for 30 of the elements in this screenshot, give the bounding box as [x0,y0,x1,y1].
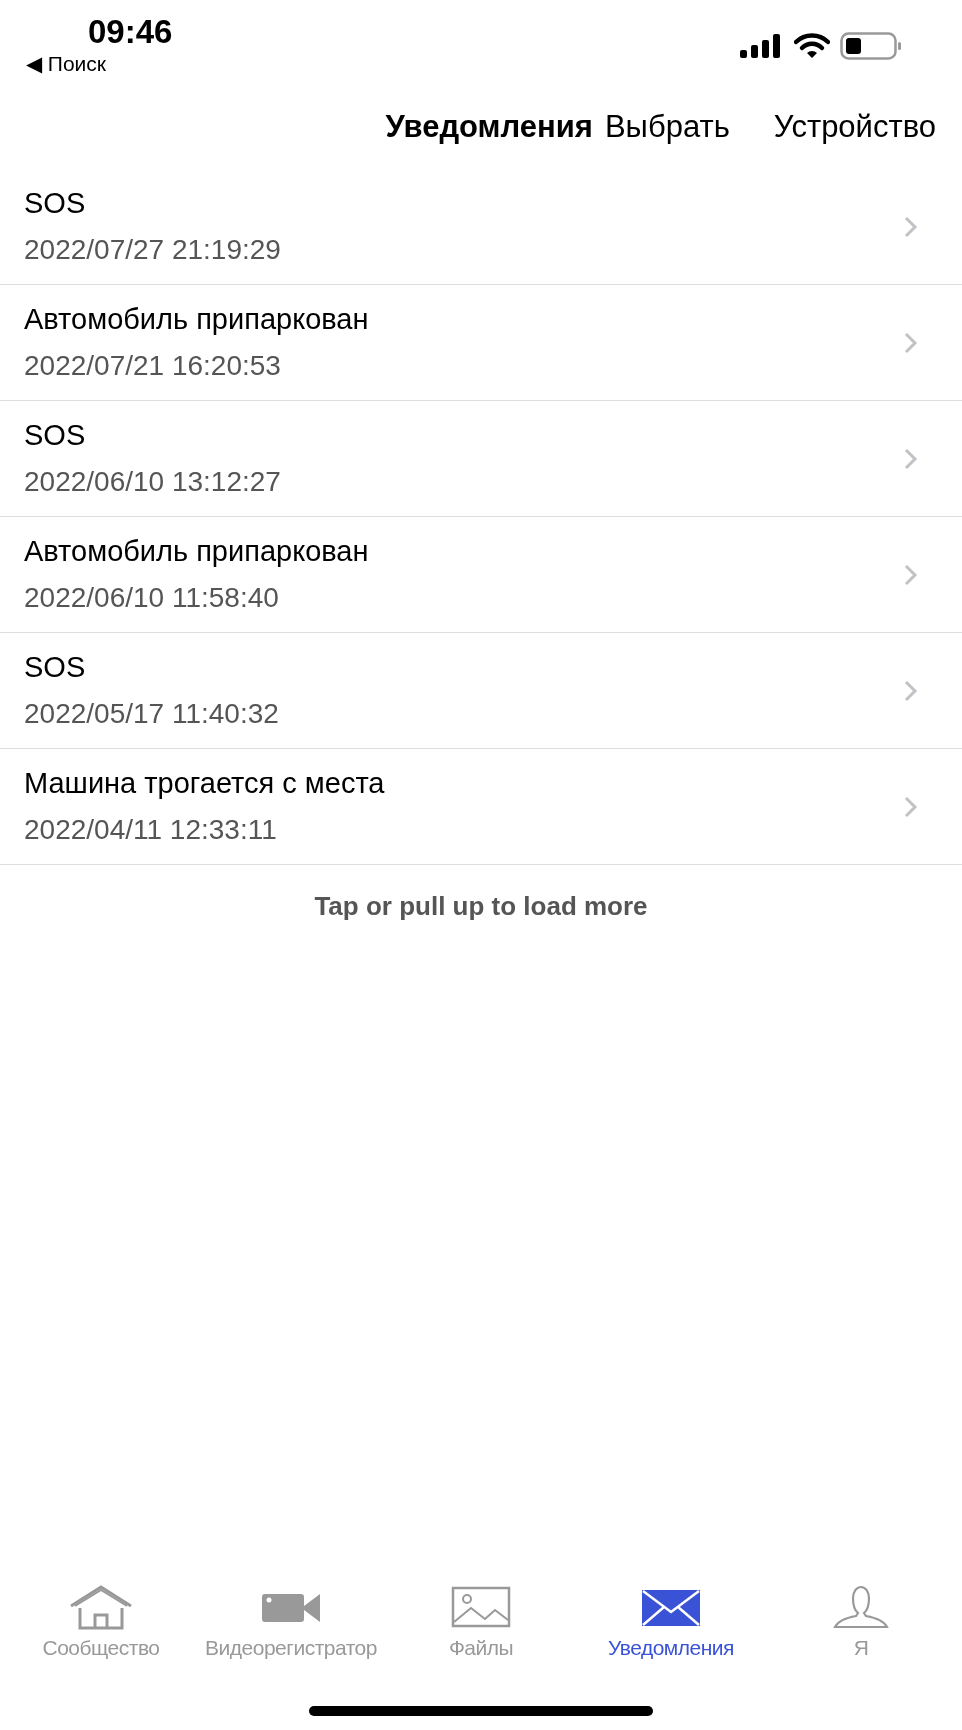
image-icon [451,1584,511,1630]
chevron-icon [904,563,918,586]
status-time: 09:46 [88,14,173,50]
notification-title[interactable]: SOS [24,419,281,452]
nav-action-button[interactable]: Выбрать [604,108,730,145]
wifi-icon [794,33,830,59]
chevron-icon [904,679,918,702]
load-more-button[interactable]: Tap or pull up to load more [314,891,648,922]
nav-action-button[interactable]: Устройство [773,108,936,145]
notification-time: 2022/05/17 11:40:32 [24,698,279,730]
back-link[interactable]: ◀ Поиск [26,52,173,76]
notification-time: 2022/07/27 21:19:29 [24,234,281,266]
notification-title[interactable]: Автомобиль припаркован [24,535,369,568]
notification-time: 2022/07/21 16:20:53 [24,350,282,382]
notification-title[interactable]: Машина трогается с места [24,767,385,800]
notification-title[interactable]: SOS [24,651,279,684]
person-icon [831,1584,891,1630]
notification-title[interactable]: SOS [24,187,281,220]
notification-time: 2022/04/11 12:33:11 [24,814,278,846]
battery-icon [840,32,902,60]
chevron-icon [904,447,918,470]
screen-title: Уведомления [385,108,593,145]
chevron-icon [904,795,918,818]
chevron-icon [904,331,918,354]
house-icon [68,1584,134,1630]
chevron-icon [904,215,918,238]
notification-title[interactable]: Автомобиль припаркован [24,303,369,336]
tab-bar-item[interactable]: Уведомления [576,1584,766,1660]
notification-time: 2022/06/10 13:12:27 [24,466,281,498]
notification-time: 2022/06/10 11:58:40 [24,582,280,614]
